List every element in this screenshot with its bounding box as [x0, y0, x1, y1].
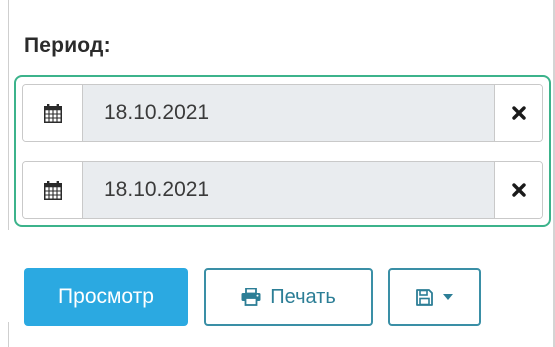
period-label: Период:	[24, 34, 111, 57]
caret-down-icon	[443, 294, 453, 300]
date-to-input[interactable]: 18.10.2021	[83, 162, 494, 218]
close-icon	[511, 106, 526, 120]
printer-icon	[241, 288, 261, 306]
panel-left-divider-bottom	[8, 322, 9, 347]
date-from-field: 18.10.2021	[22, 84, 543, 142]
date-from-calendar-button[interactable]	[23, 85, 83, 141]
date-from-clear-button[interactable]	[494, 85, 542, 141]
calendar-icon	[43, 180, 62, 200]
date-to-clear-button[interactable]	[494, 162, 542, 218]
date-to-calendar-button[interactable]	[23, 162, 83, 218]
date-to-field: 18.10.2021	[22, 161, 543, 219]
panel-left-divider	[8, 0, 9, 230]
report-filter-panel: Период: 18.10.2021 18.10.2021 Просмотр П…	[0, 0, 555, 347]
view-button[interactable]: Просмотр	[24, 268, 188, 326]
date-from-input[interactable]: 18.10.2021	[83, 85, 494, 141]
close-icon	[511, 183, 526, 197]
print-button-label: Печать	[270, 285, 336, 308]
date-range-group: 18.10.2021 18.10.2021	[14, 75, 551, 227]
print-button[interactable]: Печать	[204, 268, 373, 326]
save-icon	[416, 288, 433, 306]
save-dropdown-button[interactable]	[388, 268, 481, 326]
calendar-icon	[43, 103, 62, 123]
